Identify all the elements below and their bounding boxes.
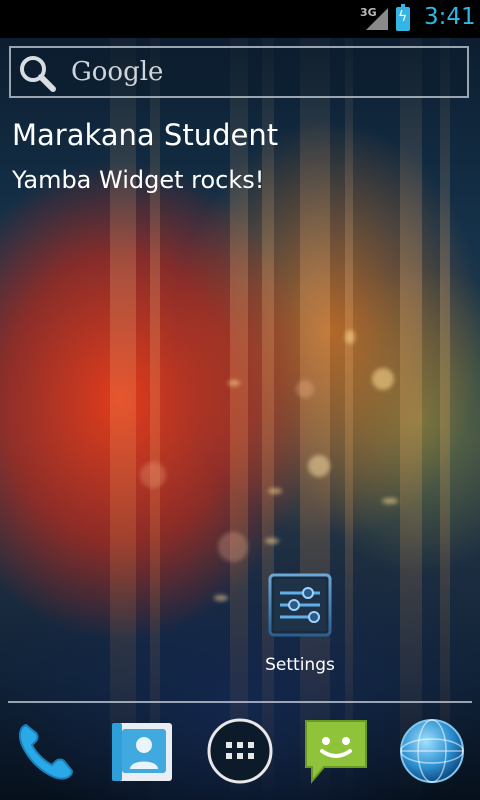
phone-icon[interactable]	[12, 717, 80, 785]
settings-app-label: Settings	[265, 655, 335, 675]
signal-icon	[366, 8, 388, 30]
settings-sliders-icon[interactable]	[268, 573, 332, 637]
search-label: Google	[71, 57, 164, 87]
charging-bolt-icon: ϟ	[398, 9, 408, 25]
messaging-icon[interactable]	[302, 717, 370, 785]
app-drawer-icon[interactable]	[206, 717, 274, 785]
globe-icon[interactable]	[398, 717, 466, 785]
search-icon	[20, 56, 56, 92]
yamba-widget-message[interactable]: Yamba Widget rocks!	[12, 166, 264, 194]
dock-divider	[8, 701, 472, 703]
yamba-widget-user[interactable]: Marakana Student	[12, 118, 278, 152]
clock-time: 3:41	[424, 4, 476, 30]
contacts-icon[interactable]	[108, 717, 176, 785]
status-bar: 3G ϟ 3:41	[0, 0, 480, 38]
google-search-widget[interactable]: Google	[9, 46, 469, 98]
